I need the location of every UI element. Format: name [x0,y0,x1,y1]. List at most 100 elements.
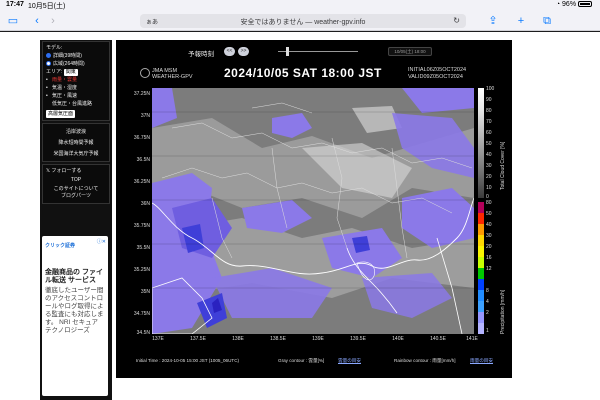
rain-guide-link[interactable]: 雨量の目安 [470,358,493,364]
precip-label: 80 [486,200,492,206]
x-tick: 138.5E [270,336,286,342]
follow-button[interactable]: 𝕏 フォローする [46,167,106,175]
ad-info-icon[interactable]: ⓘ✕ [97,238,106,245]
area-select[interactable]: 関東 [63,69,78,76]
forward-icon[interactable]: › [46,14,60,28]
sidebar-toggle-icon[interactable]: ▭ [6,14,20,28]
precip-swatch [478,290,484,301]
area-row: エリア: 関東 [46,68,106,76]
upper-pressure-button[interactable]: 高層気圧面 [46,110,76,118]
source-logo: JMA MSM WEATHER-GPV [140,68,193,80]
precip-swatch [478,235,484,246]
map-image [152,88,474,334]
x-tick: 137E [152,336,164,342]
model-label: モデル: [46,45,63,51]
clock: 17:47 [6,1,24,8]
cloud-label: 60 [486,130,492,136]
prev-time-button[interactable]: << [224,47,235,56]
top-link[interactable]: TOP [46,175,106,185]
slider-thumb[interactable] [286,47,289,56]
blog-parts-link[interactable]: ブログパーツ [46,192,106,201]
cloud-label: 100 [486,86,495,92]
precip-label: 4 [486,299,489,305]
forecast-time-control: 予報時刻 << >> 10/05(土) 18:00 [188,46,448,58]
cloud-cover-title: Total Cloud Cover [%] [500,141,506,190]
next-time-button[interactable]: >> [238,47,249,56]
back-icon[interactable]: ‹ [30,14,44,28]
weather-panel: 予報時刻 << >> 10/05(土) 18:00 JMA MSM WEATHE… [116,40,512,378]
radio-icon[interactable] [46,61,51,67]
cloud-label: 20 [486,174,492,180]
y-tick: 35N [140,289,150,295]
precip-swatch [478,323,484,334]
y-tick: 36.5N [136,157,150,163]
precip-label: 50 [486,211,492,217]
new-tab-icon[interactable]: + [514,14,528,28]
model-section: モデル: 詳細(39時間) 広域(264時間) エリア: 関東 • 雨量・雲量 •… [42,41,110,121]
gray-contour-text: Gray contour : 雲量[%] [278,358,325,363]
precip-swatch [478,312,484,323]
precip-label: 16 [486,255,492,261]
share-icon[interactable]: ⇪ [486,14,500,28]
browser-toolbar: ▭ ‹ › ぁあ 安全ではありません — weather-gpv.info ↻ … [0,11,600,31]
x-tick: 141E [466,336,478,342]
status-right: ◔ 96% [556,1,592,8]
weather-map[interactable] [152,88,474,334]
precip-label: 12 [486,266,492,272]
date-select[interactable]: 10/05(土) 18:00 [388,47,432,56]
advertisement[interactable]: ⓘ✕ クリック証券 金融商品の ファイル転送 サービス 徹底したユーザー間のアク… [42,236,108,396]
y-tick: 34.5N [136,330,150,336]
x-tick: 137.5E [190,336,206,342]
precip-swatch [478,279,484,290]
precip-swatch [478,224,484,235]
about-link[interactable]: このサイトについて [46,185,106,192]
layer-temp-humidity[interactable]: • 気温・湿度 [46,84,106,92]
extra-links: 沿岸波浪 降水短時間予報 米国海洋大気庁予報 [42,123,110,162]
x-tick: 139.5E [350,336,366,342]
forecast-time-label: 予報時刻 [188,51,214,58]
cloud-guide-link[interactable]: 雲量の目安 [338,358,361,364]
link-short-forecast[interactable]: 降水短時間予報 [46,137,106,148]
url-text: 安全ではありません — weather-gpv.info [240,19,366,26]
address-bar[interactable]: ぁあ 安全ではありません — weather-gpv.info ↻ [140,14,466,28]
web-page: モデル: 詳細(39時間) 広域(264時間) エリア: 関東 • 雨量・雲量 •… [0,32,600,400]
area-label: エリア: [46,69,63,75]
precip-label: 30 [486,233,492,239]
y-tick: 36N [140,201,150,207]
time-slider[interactable] [278,47,358,56]
layer-rain-cloud[interactable]: • 雨量・雲量 [46,76,106,84]
precip-label: 2 [486,310,489,316]
reload-icon[interactable]: ↻ [453,16,460,25]
model-option-wide[interactable]: 広域(264時間) [46,60,106,68]
precip-swatch [478,202,484,213]
sidebar: モデル: 詳細(39時間) 広域(264時間) エリア: 関東 • 雨量・雲量 •… [40,40,112,400]
y-tick: 37.25N [133,91,150,97]
jma-logo-icon [140,68,150,78]
precip-colorbar [478,202,484,334]
ad-body: 徹底したユーザー間のアクセスコントロールやログ取得による監査にも対応します。 N… [45,287,104,334]
cloud-label: 40 [486,152,492,158]
precip-swatch [478,213,484,224]
radio-icon[interactable] [46,53,51,59]
precip-label: 40 [486,222,492,228]
model-option-detail[interactable]: 詳細(39時間) [46,52,106,60]
precip-swatch [478,257,484,268]
tabs-overview-icon[interactable]: ⧉ [540,14,554,28]
cloud-label: 90 [486,97,492,103]
cloud-label: 30 [486,163,492,169]
y-tick: 36.75N [133,135,150,141]
layer-pressure-wind[interactable]: • 気圧・風速 [46,92,106,100]
precip-swatch [478,268,484,279]
y-tick: 34.75N [133,311,150,317]
layer-typhoon[interactable]: 低気圧・台風進路 [46,100,106,108]
y-tick: 37N [140,113,150,119]
x-tick: 139E [312,336,324,342]
initial-time-text: Initial Time : 2024-10-05 15:00 JST (100… [136,358,240,363]
valid-time-title: 2024/10/05 SAT 18:00 JST [224,66,382,80]
status-bar: 17:47 10月5日(土) ◔ 96% [0,0,600,11]
x-tick: 140E [392,336,404,342]
link-coastal-waves[interactable]: 沿岸波浪 [46,126,106,137]
link-noaa[interactable]: 米国海洋大気庁予報 [46,148,106,159]
battery-percent: 96% [562,1,577,8]
init-valid-info: INITIAL06Z05OCT2024 VALID09Z05OCT2024 [408,67,467,80]
